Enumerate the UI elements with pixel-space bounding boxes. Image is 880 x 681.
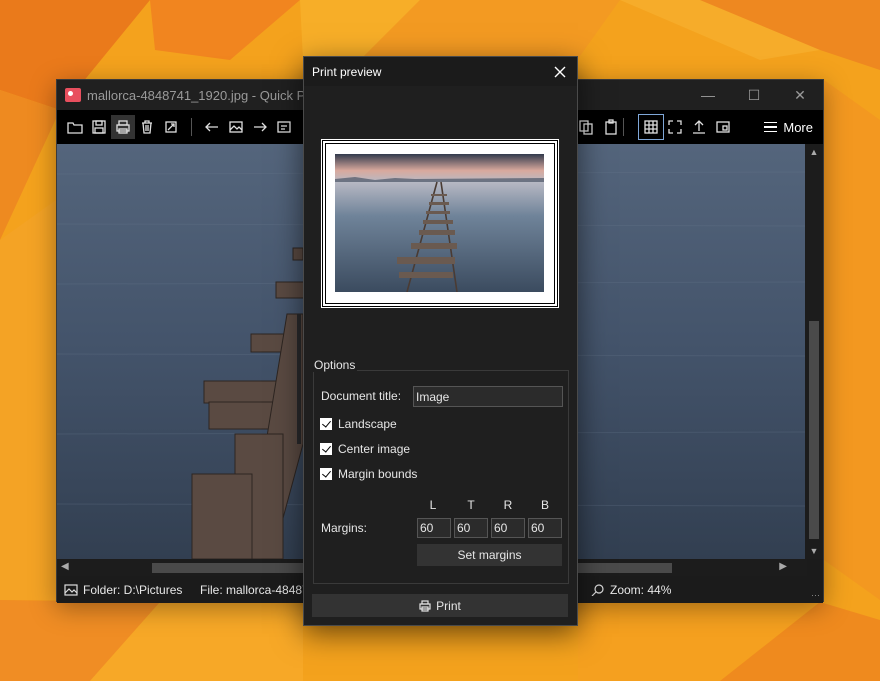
dialog-titlebar: Print preview — [304, 57, 577, 86]
print-preview-page — [321, 139, 559, 308]
status-file-text: File: mallorca-4848741_1920.jpg — [200, 582, 303, 597]
margin-top-value: 60 — [457, 521, 471, 535]
margin-top-header: T — [467, 498, 475, 512]
vertical-scroll-thumb[interactable] — [809, 321, 819, 539]
slideshow-icon[interactable] — [272, 115, 296, 139]
margin-top-input[interactable]: 60 — [454, 518, 488, 538]
document-title-value: Image — [416, 389, 450, 404]
print-label: Print — [436, 598, 461, 613]
forward-arrow-icon[interactable] — [248, 115, 272, 139]
margin-right-value: 60 — [494, 521, 508, 535]
more-label: More — [783, 119, 813, 135]
margins-label: Margins: — [321, 521, 368, 535]
close-icon[interactable] — [543, 57, 577, 86]
scroll-up-icon[interactable]: ▲ — [805, 147, 823, 157]
status-file: File: mallorca-4848741_1920.jpg — [195, 583, 303, 597]
more-menu-button[interactable]: More — [764, 115, 813, 139]
options-label: Options — [312, 358, 358, 372]
status-zoom: Zoom: 44% — [591, 583, 671, 597]
main-window-title: mallorca-4848741_1920.jpg - Quick Pictur… — [87, 87, 338, 103]
document-title-input[interactable]: Image — [413, 386, 563, 407]
scroll-left-icon[interactable]: ◀ — [61, 561, 69, 572]
vertical-scrollbar[interactable]: ▲ ▼ — [805, 144, 823, 559]
wallpaper-icon[interactable] — [711, 115, 735, 139]
printer-icon — [419, 599, 431, 612]
margin-bounds-checkbox[interactable]: Margin bounds — [320, 467, 417, 481]
checkbox-checked-icon — [320, 443, 332, 455]
status-folder: Folder: D:\Pictures — [64, 583, 182, 597]
save-icon[interactable] — [87, 115, 111, 139]
window-controls: — ☐ ✕ — [685, 80, 823, 110]
menu-icon — [764, 122, 778, 132]
upload-icon[interactable] — [687, 115, 711, 139]
set-margins-button[interactable]: Set margins — [417, 544, 562, 566]
back-arrow-icon[interactable] — [200, 115, 224, 139]
scroll-right-icon[interactable]: ▶ — [779, 561, 787, 572]
set-margins-label: Set margins — [457, 548, 522, 562]
toolbar-separator — [623, 118, 624, 136]
center-image-label: Center image — [338, 442, 411, 456]
image-icon[interactable] — [224, 115, 248, 139]
margin-left-value: 60 — [420, 521, 434, 535]
status-zoom-text: Zoom: 44% — [610, 582, 672, 597]
print-icon[interactable] — [111, 115, 135, 139]
resize-grip-icon[interactable]: ⋯ — [811, 590, 820, 601]
center-image-checkbox[interactable]: Center image — [320, 442, 410, 456]
margin-bottom-value: 60 — [531, 521, 545, 535]
margin-bottom-input[interactable]: 60 — [528, 518, 562, 538]
landscape-label: Landscape — [338, 417, 397, 431]
document-title-label: Document title: — [321, 389, 402, 403]
close-window-button[interactable]: ✕ — [777, 80, 823, 110]
checkbox-checked-icon — [320, 418, 332, 430]
status-folder-text: Folder: D:\Pictures — [83, 582, 183, 597]
fullscreen-icon[interactable] — [663, 115, 687, 139]
rotate-icon[interactable] — [159, 115, 183, 139]
search-icon — [591, 583, 604, 596]
margin-bottom-header: B — [540, 498, 549, 512]
margin-right-header: R — [503, 498, 513, 512]
preview-image — [335, 154, 544, 292]
print-button[interactable]: Print — [312, 594, 568, 617]
landscape-checkbox[interactable]: Landscape — [320, 417, 397, 431]
print-preview-dialog: Print preview Options Document title: Im… — [303, 56, 578, 626]
margin-left-input[interactable]: 60 — [417, 518, 451, 538]
margin-left-header: L — [429, 498, 437, 512]
app-icon — [65, 88, 81, 102]
grid-icon[interactable] — [638, 114, 664, 140]
delete-icon[interactable] — [135, 115, 159, 139]
folder-icon — [64, 583, 78, 596]
paste-icon[interactable] — [599, 115, 623, 139]
dialog-title: Print preview — [312, 64, 382, 79]
open-folder-icon[interactable] — [63, 115, 87, 139]
checkbox-checked-icon — [320, 468, 332, 480]
maximize-button[interactable]: ☐ — [731, 80, 777, 110]
toolbar-separator — [191, 118, 192, 136]
scroll-down-icon[interactable]: ▼ — [805, 546, 823, 556]
margin-bounds-label: Margin bounds — [338, 467, 418, 481]
minimize-button[interactable]: — — [685, 80, 731, 110]
margin-right-input[interactable]: 60 — [491, 518, 525, 538]
